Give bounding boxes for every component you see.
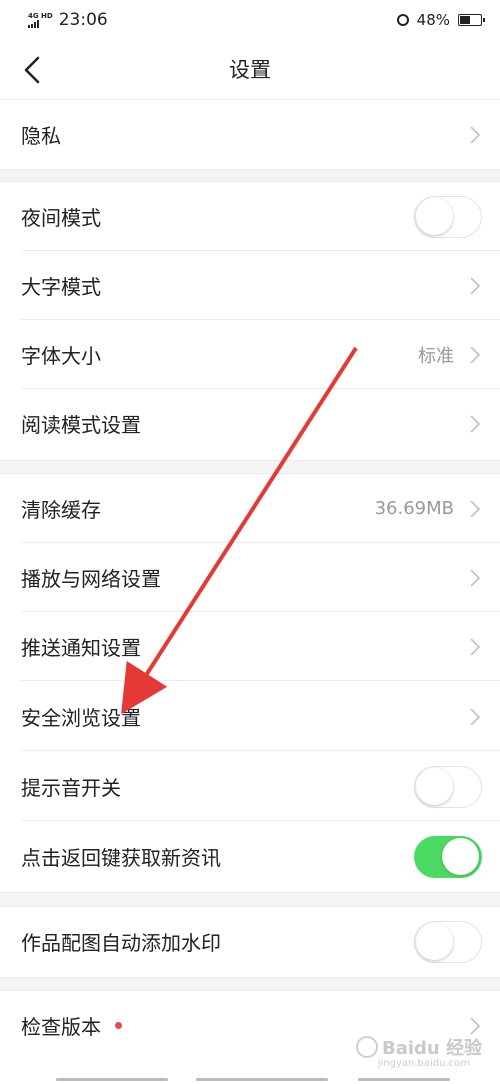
row-label: 推送通知设置 bbox=[21, 636, 141, 660]
row-label: 提示音开关 bbox=[21, 776, 121, 800]
settings-row-privacy[interactable]: 隐私 bbox=[0, 100, 500, 169]
chevron-right-icon bbox=[470, 637, 481, 656]
page-title: 设置 bbox=[229, 58, 271, 82]
battery-percent: 48% bbox=[416, 11, 450, 29]
chevron-right-icon bbox=[470, 345, 481, 364]
night-mode-toggle[interactable] bbox=[414, 195, 482, 238]
watermark-brand: Baidu 经验 bbox=[381, 1038, 482, 1059]
status-time: 23:06 bbox=[58, 10, 108, 30]
signal-icon: 4G HD bbox=[28, 11, 53, 28]
settings-row-back-refresh: 点击返回键获取新资讯 bbox=[0, 822, 500, 891]
row-label: 安全浏览设置 bbox=[21, 706, 141, 730]
section-divider bbox=[0, 460, 500, 474]
section-divider bbox=[0, 169, 500, 182]
watermark-url: jingyan.baidu.com bbox=[377, 1058, 470, 1069]
back-refresh-toggle[interactable] bbox=[414, 835, 482, 878]
row-label: 阅读模式设置 bbox=[21, 413, 141, 437]
back-arrow-icon bbox=[24, 56, 40, 84]
chevron-right-icon bbox=[470, 568, 481, 587]
back-button[interactable] bbox=[14, 52, 50, 88]
row-label: 清除缓存 bbox=[21, 498, 101, 522]
check-version-label: 检查版本 bbox=[21, 1015, 101, 1039]
settings-row-push-notification[interactable]: 推送通知设置 bbox=[0, 612, 500, 681]
update-badge-dot bbox=[115, 1022, 122, 1029]
sound-switch-toggle[interactable] bbox=[414, 765, 482, 808]
settings-row-large-font-mode[interactable]: 大字模式 bbox=[0, 251, 500, 320]
section-divider bbox=[0, 892, 500, 907]
watermark-toggle[interactable] bbox=[414, 920, 482, 963]
settings-row-playback-network[interactable]: 播放与网络设置 bbox=[0, 543, 500, 612]
home-indicator-center bbox=[196, 1078, 328, 1081]
settings-row-safe-browsing[interactable]: 安全浏览设置 bbox=[0, 682, 500, 751]
baidu-jingyan-watermark: Baidu 经验 bbox=[355, 1034, 482, 1060]
alarm-icon bbox=[396, 14, 409, 26]
battery-icon bbox=[458, 14, 485, 26]
font-size-value: 标准 bbox=[418, 345, 454, 367]
chevron-right-icon bbox=[470, 707, 481, 726]
row-label: 大字模式 bbox=[21, 275, 101, 299]
row-label: 隐私 bbox=[21, 124, 61, 148]
home-indicator-right bbox=[358, 1078, 450, 1081]
chevron-right-icon bbox=[470, 414, 481, 433]
home-indicator-left bbox=[56, 1078, 168, 1081]
row-label: 字体大小 bbox=[21, 344, 101, 368]
row-label: 作品配图自动添加水印 bbox=[21, 931, 221, 955]
row-label: 点击返回键获取新资讯 bbox=[21, 846, 221, 870]
cache-size-value: 36.69MB bbox=[374, 498, 454, 519]
settings-row-night-mode: 夜间模式 bbox=[0, 182, 500, 251]
row-label: 检查版本 bbox=[21, 1011, 122, 1040]
chevron-right-icon bbox=[470, 1016, 481, 1035]
chevron-right-icon bbox=[470, 125, 481, 144]
settings-row-reading-mode[interactable]: 阅读模式设置 bbox=[0, 389, 500, 458]
settings-row-sound-switch: 提示音开关 bbox=[0, 752, 500, 821]
row-label: 播放与网络设置 bbox=[21, 567, 161, 591]
network-type: 4G HD bbox=[28, 11, 53, 20]
settings-row-watermark: 作品配图自动添加水印 bbox=[0, 907, 500, 976]
row-label: 夜间模式 bbox=[21, 206, 101, 230]
baidu-paw-logo-icon bbox=[355, 1036, 378, 1058]
chevron-right-icon bbox=[470, 499, 481, 518]
chevron-right-icon bbox=[470, 276, 481, 295]
settings-row-clear-cache[interactable]: 清除缓存 36.69MB bbox=[0, 474, 500, 543]
status-bar: 4G HD 23:06 48% bbox=[0, 0, 500, 40]
nav-bar: 设置 bbox=[0, 40, 500, 100]
settings-row-font-size[interactable]: 字体大小 标准 bbox=[0, 320, 500, 389]
section-divider bbox=[0, 977, 500, 991]
